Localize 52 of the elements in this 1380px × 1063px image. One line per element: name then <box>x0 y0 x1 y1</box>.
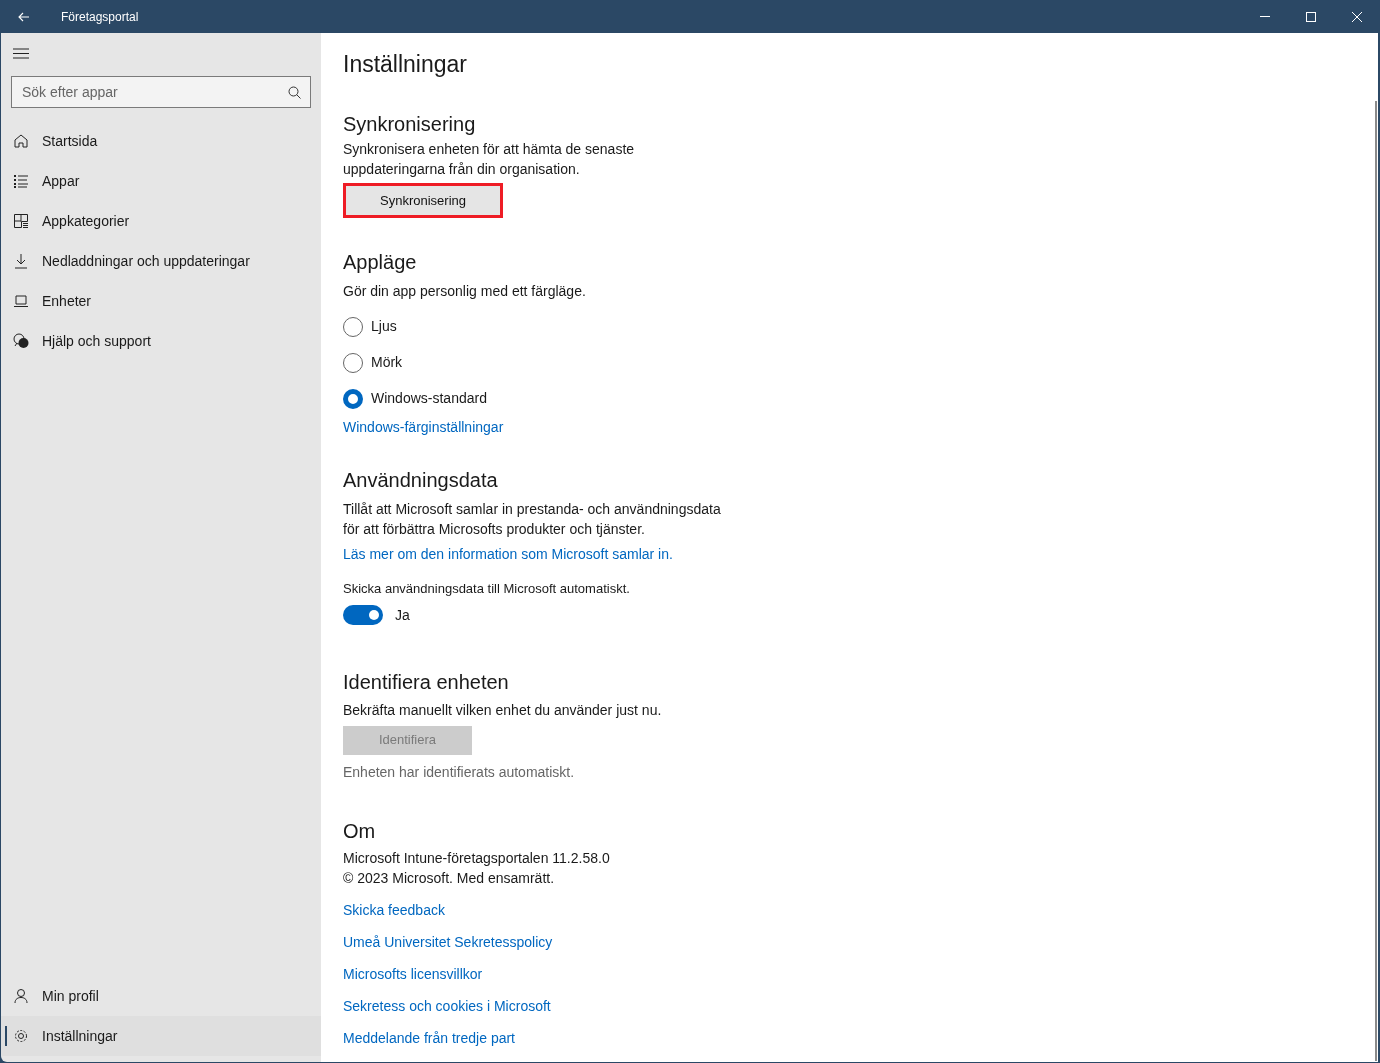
status-text: Enheten har identifierats automatiskt. <box>343 762 576 782</box>
radio-label: Windows-standard <box>371 389 487 408</box>
section-heading: Om <box>343 818 377 844</box>
close-icon <box>1352 11 1362 22</box>
download-icon <box>13 253 29 269</box>
toggle-switch[interactable] <box>343 605 383 625</box>
about-link[interactable]: Umeå Universitet Sekretesspolicy <box>343 931 553 952</box>
version-text: Microsoft Intune-företagsportalen 11.2.58.0 <box>343 848 611 868</box>
nav-item[interactable]: Startsida <box>1 121 321 161</box>
radio-label: Ljus <box>371 317 397 336</box>
toggle-label: Skicka användningsdata till Microsoft automatiskt. <box>343 580 631 598</box>
back-arrow-icon <box>18 11 30 22</box>
help-icon <box>13 333 29 349</box>
radio-button[interactable] <box>343 388 363 409</box>
info-link[interactable]: Läs mer om den information som Microsoft samlar in. <box>343 544 673 565</box>
section-description: Bekräfta manuellt vilken enhet du använder just nu. <box>343 700 663 720</box>
sync-button[interactable]: Synkronisering <box>343 183 503 218</box>
section-description: Tillåt att Microsoft samlar in prestanda- och användningsdata för att förbättra Microsofts produkter och tjänster. <box>343 500 722 539</box>
nav-item[interactable]: Inställningar <box>1 1016 321 1056</box>
laptop-icon <box>13 293 29 309</box>
grid-icon <box>13 213 29 229</box>
nav-item[interactable]: Nedladdningar och uppdateringar <box>1 241 321 281</box>
nav-item[interactable]: Hjälp och support <box>1 321 321 361</box>
about-link[interactable]: Meddelande från tredje part <box>343 1027 515 1048</box>
nav-item[interactable]: Appkategorier <box>1 201 321 241</box>
home-icon <box>13 133 29 149</box>
page-title: Inställningar <box>343 50 469 79</box>
radio-label: Mörk <box>371 353 403 372</box>
nav-item[interactable]: Enheter <box>1 281 321 321</box>
toggle-state: Ja <box>395 605 410 625</box>
section-heading: Appläge <box>343 250 418 275</box>
nav-item[interactable]: Appar <box>1 161 321 201</box>
window-title: Företagsportal <box>61 8 139 26</box>
about-link[interactable]: Microsofts licensvillkor <box>343 963 483 984</box>
search-icon <box>288 86 301 99</box>
list-icon <box>13 173 29 189</box>
section-description: Synkronisera enheten för att hämta de senaste uppdateringarna från din organisation. <box>343 140 636 179</box>
section-heading: Identifiera enheten <box>343 669 510 695</box>
section-heading: Synkronisering <box>343 112 477 137</box>
maximize-icon <box>1306 11 1316 22</box>
section-heading: Användningsdata <box>343 468 499 493</box>
settings-icon <box>13 1028 29 1044</box>
menu-icon <box>13 47 29 59</box>
person-icon <box>13 988 29 1004</box>
about-link[interactable]: Sekretess och cookies i Microsoft <box>343 995 551 1016</box>
nav-item[interactable]: Min profil <box>1 976 321 1016</box>
color-settings-link[interactable]: Windows-färginställningar <box>343 417 504 438</box>
section-description: Gör din app personlig med ett färgläge. <box>343 282 587 301</box>
search-field[interactable]: Sök efter appar <box>11 76 311 108</box>
about-link[interactable]: Skicka feedback <box>343 899 445 920</box>
minimize-icon <box>1260 16 1270 17</box>
copyright-text: © 2023 Microsoft. Med ensamrätt. <box>343 868 556 888</box>
